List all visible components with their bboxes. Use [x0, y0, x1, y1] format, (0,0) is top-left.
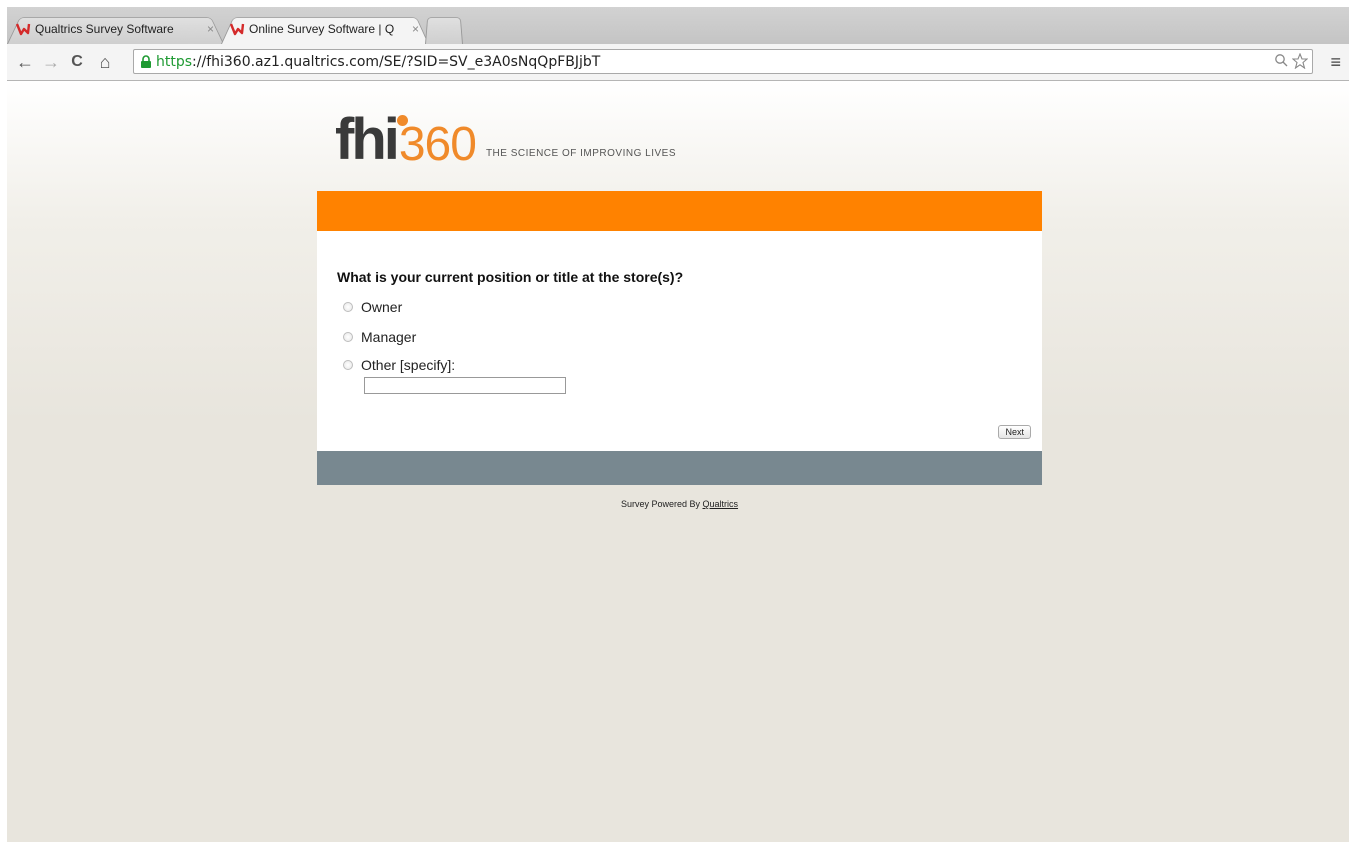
browser-toolbar: ← → C ⌂ https://fhi360.az1.qualtrics.com… — [7, 44, 1349, 81]
url-path: ://fhi360.az1.qualtrics.com/SE/?SID=SV_e… — [192, 54, 600, 70]
forward-arrow-icon[interactable]: → — [41, 52, 61, 72]
survey-body: What is your current position or title a… — [317, 231, 1042, 451]
radio-button[interactable] — [343, 302, 353, 312]
footer-bar — [317, 451, 1042, 485]
logo-tagline: THE SCIENCE OF IMPROVING LIVES — [486, 148, 676, 159]
close-icon[interactable]: × — [412, 22, 419, 36]
fhi360-logo: fhi 360 THE SCIENCE OF IMPROVING LIVES — [335, 109, 676, 169]
next-button[interactable]: Next — [998, 425, 1031, 439]
qualtrics-favicon-icon — [15, 21, 31, 37]
logo-360: 360 — [399, 121, 476, 169]
back-arrow-icon[interactable]: ← — [15, 52, 35, 72]
choice-label: Manager — [361, 329, 416, 345]
new-tab-button[interactable] — [425, 13, 463, 44]
qualtrics-link[interactable]: Qualtrics — [703, 499, 739, 509]
header-bar — [317, 191, 1042, 231]
footer-text: Survey Powered By — [621, 499, 703, 509]
footer: Survey Powered By Qualtrics — [317, 499, 1042, 509]
logo-fhi: fhi — [335, 111, 397, 169]
address-bar[interactable]: https://fhi360.az1.qualtrics.com/SE/?SID… — [133, 49, 1313, 74]
question-text: What is your current position or title a… — [337, 269, 683, 285]
choice-owner[interactable]: Owner — [343, 299, 402, 315]
radio-button[interactable] — [343, 360, 353, 370]
lock-icon — [140, 55, 152, 69]
choice-other[interactable]: Other [specify]: — [343, 357, 455, 373]
radio-button[interactable] — [343, 332, 353, 342]
url-scheme: https — [156, 54, 192, 70]
home-icon[interactable]: ⌂ — [95, 52, 115, 72]
browser-window: Qualtrics Survey Software × Online Surve… — [7, 7, 1349, 842]
menu-icon[interactable]: ≡ — [1330, 52, 1341, 73]
logo-dot — [397, 115, 408, 126]
bookmark-star-icon[interactable] — [1292, 53, 1308, 73]
qualtrics-favicon-icon — [229, 21, 245, 37]
reload-icon[interactable]: C — [67, 52, 87, 72]
tab-title: Online Survey Software | Q — [249, 22, 406, 36]
tab-title: Qualtrics Survey Software — [35, 22, 201, 36]
choice-label: Other [specify]: — [361, 357, 455, 373]
web-page: fhi 360 THE SCIENCE OF IMPROVING LIVES W… — [7, 81, 1349, 842]
other-specify-input[interactable] — [364, 377, 566, 394]
search-icon[interactable] — [1274, 53, 1288, 73]
tab-strip: Qualtrics Survey Software × Online Surve… — [7, 7, 1349, 44]
close-icon[interactable]: × — [207, 22, 214, 36]
tab-qualtrics-survey-software[interactable]: Qualtrics Survey Software × — [7, 13, 224, 44]
tab-online-survey-software[interactable]: Online Survey Software | Q × — [221, 13, 429, 44]
choice-manager[interactable]: Manager — [343, 329, 416, 345]
choice-label: Owner — [361, 299, 402, 315]
